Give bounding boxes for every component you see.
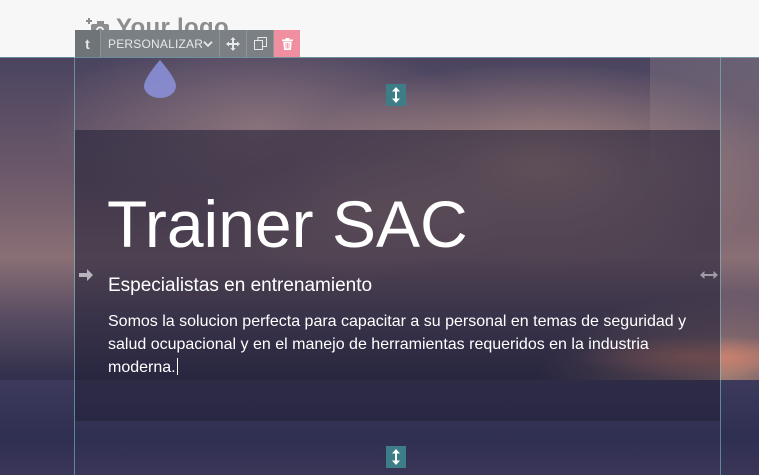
block-toolbar: t PERSONALIZAR xyxy=(75,30,300,57)
guide-line-top xyxy=(0,57,759,58)
arrow-right-icon[interactable] xyxy=(78,267,94,283)
style-select[interactable]: PERSONALIZAR xyxy=(101,30,220,57)
resize-handle-top[interactable] xyxy=(386,84,406,106)
move-arrows-icon xyxy=(226,36,240,51)
style-select-value: PERSONALIZAR xyxy=(108,36,204,51)
chevron-down-icon xyxy=(203,40,213,47)
resize-horizontal-icon[interactable] xyxy=(700,267,718,283)
duplicate-icon xyxy=(253,37,267,50)
duplicate-button[interactable] xyxy=(247,30,274,57)
hero-title[interactable]: Trainer SAC xyxy=(107,186,468,262)
resize-vertical-icon xyxy=(392,449,400,465)
hero-description-text: Somos la solucion perfecta para capacita… xyxy=(108,313,687,376)
water-drop-icon[interactable] xyxy=(144,60,176,98)
text-cursor xyxy=(176,358,178,375)
resize-handle-bottom[interactable] xyxy=(386,446,406,468)
hero-subtitle[interactable]: Especialistas en entrenamiento xyxy=(108,275,372,297)
text-type-label: t xyxy=(85,35,90,52)
trash-icon xyxy=(281,37,293,50)
delete-button[interactable] xyxy=(274,30,300,57)
resize-vertical-icon xyxy=(392,87,400,103)
text-type-button[interactable]: t xyxy=(75,30,101,57)
guide-line-right xyxy=(720,57,721,475)
hero-description[interactable]: Somos la solucion perfecta para capacita… xyxy=(108,310,698,379)
move-button[interactable] xyxy=(220,30,247,57)
